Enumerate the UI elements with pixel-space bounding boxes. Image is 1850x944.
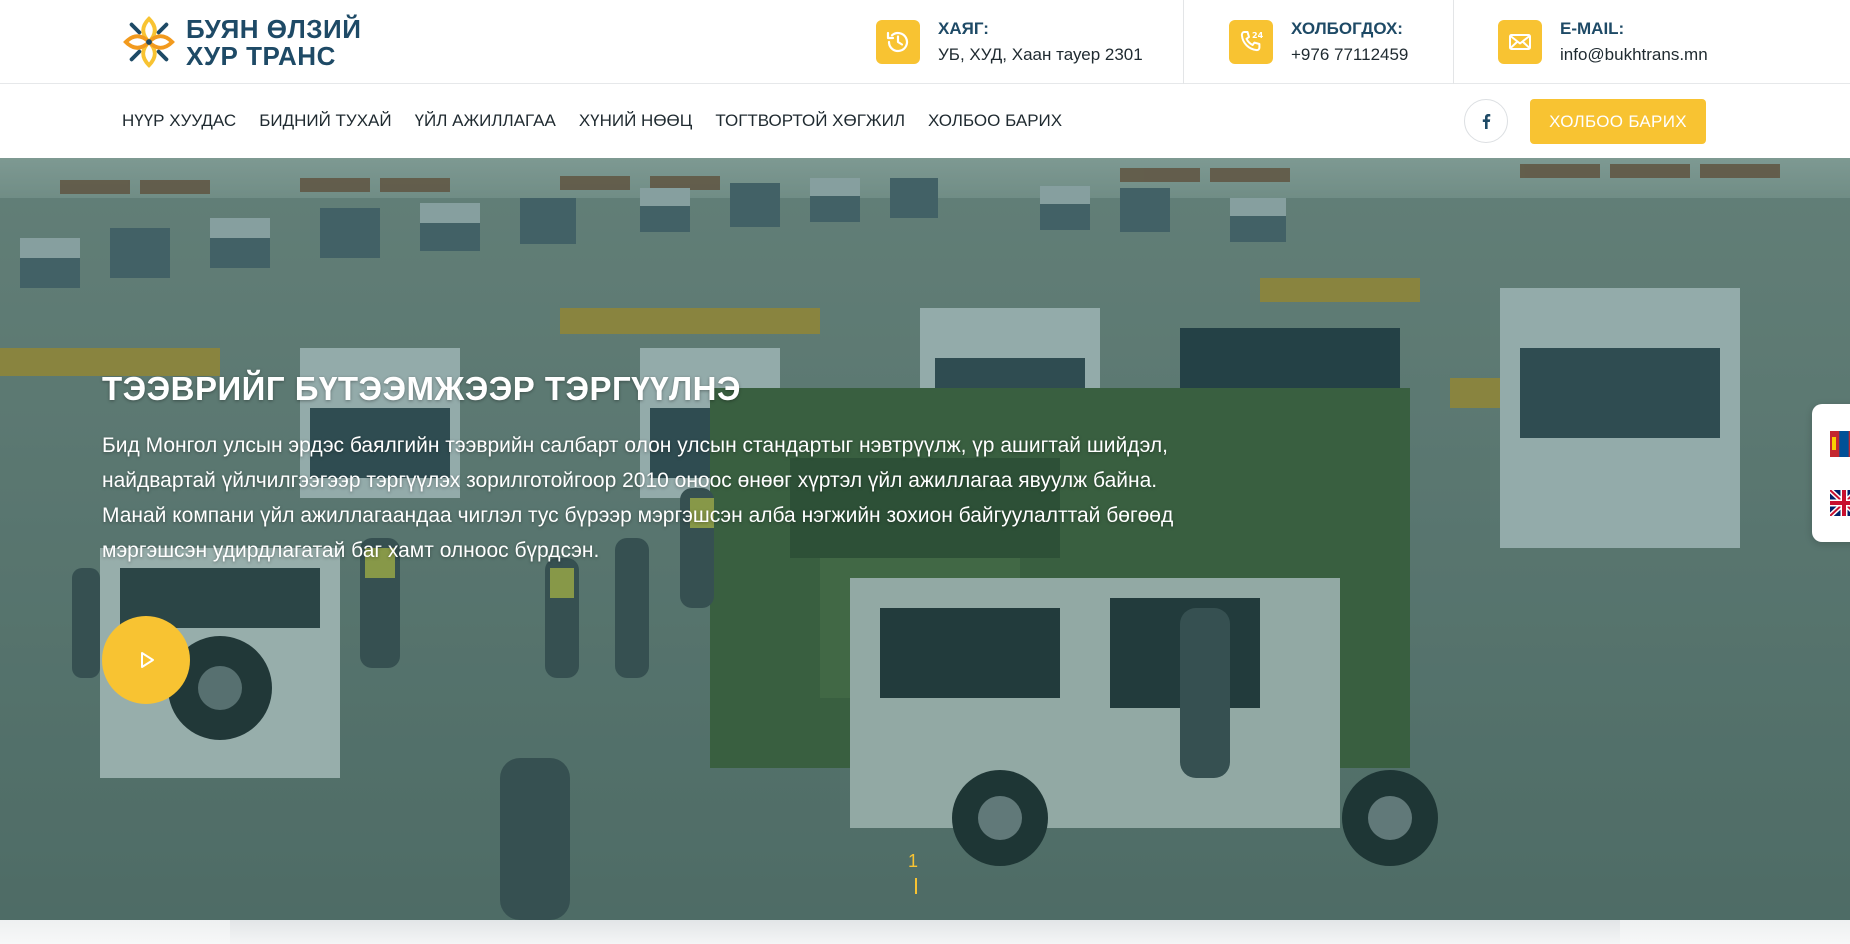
nav-menu: НҮҮР ХУУДАС БИДНИЙ ТУХАЙ ҮЙЛ АЖИЛЛАГАА Х… (122, 84, 1085, 158)
contact-email[interactable]: E-MAIL: info@bukhtrans.mn (1498, 0, 1708, 84)
nav-item-sustainability[interactable]: ТОГТВОРТОЙ ХӨГЖИЛ (715, 111, 905, 131)
play-icon (141, 652, 154, 668)
contact-divider (1453, 0, 1454, 84)
phone-label: ХОЛБОГДОХ: (1291, 19, 1403, 38)
contact-address: ХАЯГ: УБ, ХУД, Хаан тауер 2301 (876, 0, 1143, 84)
nav-item-human-resources[interactable]: ХҮНИЙ НӨӨЦ (579, 111, 693, 131)
hero-title: ТЭЭВРИЙГ БҮТЭЭМЖЭЭР ТЭРГҮҮЛНЭ (102, 370, 741, 407)
slide-indicator-bar[interactable] (915, 878, 917, 894)
ornament-logo-icon (123, 16, 175, 68)
top-contact-bar: БУЯН ӨЛЗИЙ ХУР ТРАНС ХАЯГ: УБ, ХУД, Хаан… (0, 0, 1850, 84)
main-navigation-bar: НҮҮР ХУУДАС БИДНИЙ ТУХАЙ ҮЙЛ АЖИЛЛАГАА Х… (0, 84, 1850, 158)
play-video-button[interactable] (102, 616, 190, 704)
email-value[interactable]: info@bukhtrans.mn (1560, 45, 1708, 65)
language-switcher (1812, 404, 1850, 542)
envelope-icon (1498, 20, 1542, 64)
hero-description: Бид Монгол улсын эрдэс баялгийн тээврийн… (102, 434, 1174, 562)
address-label: ХАЯГ: (938, 19, 989, 38)
facebook-icon (1482, 114, 1491, 129)
nav-item-home[interactable]: НҮҮР ХУУДАС (122, 111, 236, 131)
address-value: УБ, ХУД, Хаан тауер 2301 (938, 45, 1143, 64)
mongolia-flag-icon[interactable] (1830, 431, 1850, 457)
contact-phone[interactable]: 24 ХОЛБОГДОХ: +976 77112459 (1229, 0, 1408, 84)
phone-value[interactable]: +976 77112459 (1291, 45, 1408, 65)
svg-text:24: 24 (1252, 31, 1264, 40)
nav-item-operations[interactable]: ҮЙЛ АЖИЛЛАГАА (415, 111, 556, 131)
brand-line-1: БУЯН ӨЛЗИЙ (186, 13, 362, 44)
brand-line-2: ХУР ТРАНС (186, 40, 336, 71)
facebook-link[interactable] (1464, 99, 1508, 143)
email-label: E-MAIL: (1560, 19, 1625, 38)
contact-cta-button[interactable]: ХОЛБОО БАРИХ (1530, 99, 1706, 144)
slide-indicator-number[interactable]: 1 (908, 851, 918, 872)
contact-divider (1183, 0, 1184, 84)
brand-name: БУЯН ӨЛЗИЙ ХУР ТРАНС (186, 16, 361, 69)
nav-item-contact[interactable]: ХОЛБОО БАРИХ (928, 111, 1062, 131)
nav-item-about[interactable]: БИДНИЙ ТУХАЙ (259, 111, 391, 131)
next-section-edge (0, 920, 1850, 944)
section-card-shadow (230, 920, 1620, 944)
phone-24-icon: 24 (1229, 20, 1273, 64)
clock-icon (876, 20, 920, 64)
brand-logo[interactable]: БУЯН ӨЛЗИЙ ХУР ТРАНС (120, 12, 361, 72)
hero-slider: ТЭЭВРИЙГ БҮТЭЭМЖЭЭР ТЭРГҮҮЛНЭ Бид Монгол… (0, 158, 1850, 920)
uk-flag-icon[interactable] (1830, 490, 1850, 516)
